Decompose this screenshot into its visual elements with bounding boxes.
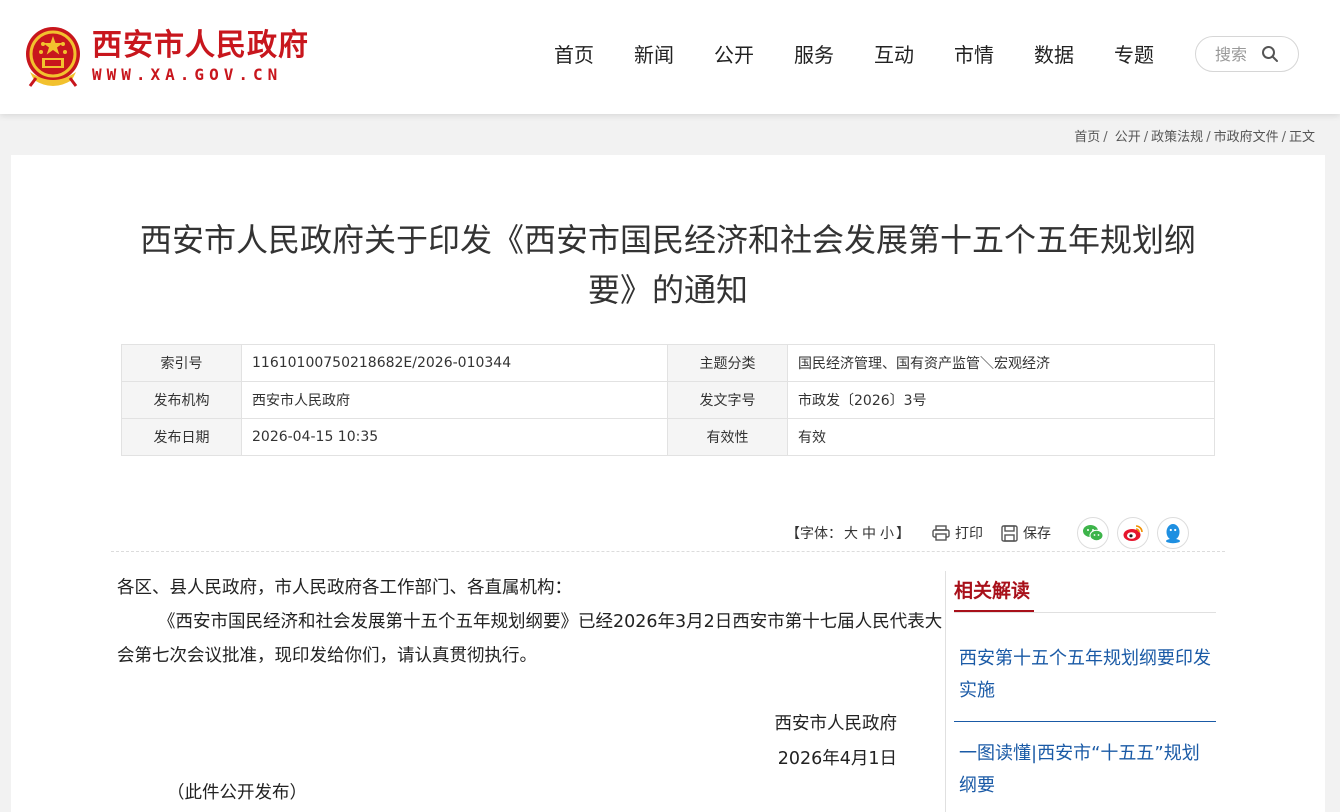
print-label: 打印 [955,526,983,542]
save-button[interactable]: 保存 [1001,523,1051,543]
breadcrumb-separator: / [1143,130,1149,145]
salutation: 各区、县人民政府，市人民政府各工作部门、各直属机构： [117,578,572,598]
nav-city[interactable]: 市情 [934,38,1014,72]
issue-date: 2026年4月1日 [777,749,897,769]
info-label: 索引号 [121,344,242,382]
breadcrumb: 首页 / 公开 / 政策法规 / 市政府文件 / 正文 [1074,126,1315,145]
printer-icon [932,525,950,541]
info-label: 发布日期 [121,418,242,456]
related-link[interactable]: 西安第十五个五年规划纲要印发实施 [954,613,1216,722]
nav-interact[interactable]: 互动 [854,38,934,72]
main-nav: 首页 新闻 公开 服务 互动 市情 数据 专题 [534,38,1174,72]
site-logo[interactable]: 西安市人民政府 WWW.XA.GOV.CN [22,22,309,90]
share-wechat-button[interactable] [1077,517,1109,549]
document-info-table: 索引号 11610100750218682E/2026-010344 主题分类 … [121,344,1215,456]
font-medium-button[interactable]: 中 [862,526,876,542]
font-label-close: 】 [896,526,910,542]
breadcrumb-city-docs[interactable]: 市政府文件 [1214,130,1279,145]
font-label-open: 【字体： [786,526,842,542]
info-value: 国民经济管理、国有资产监管＼宏观经济 [787,344,1215,382]
nav-data[interactable]: 数据 [1014,38,1094,72]
page-title: 西安市人民政府关于印发《西安市国民经济和社会发展第十五个五年规划纲要》的通知 [139,221,1196,309]
site-header: 西安市人民政府 WWW.XA.GOV.CN 首页 新闻 公开 服务 互动 市情 … [0,0,1340,114]
site-name: 西安市人民政府 [92,28,309,63]
info-value: 西安市人民政府 [241,381,668,419]
nav-home[interactable]: 首页 [534,38,614,72]
article-body: 各区、县人民政府，市人民政府各工作部门、各直属机构： 《西安市国民经济和社会发展… [117,571,947,803]
nav-news[interactable]: 新闻 [614,38,694,72]
related-title: 相关解读 [954,580,1031,602]
national-emblem-icon [26,27,80,87]
info-value: 市政发〔2026〕3号 [787,381,1215,419]
info-label: 发文字号 [667,381,788,419]
search-icon[interactable] [1261,45,1279,63]
breadcrumb-home[interactable]: 首页 [1074,130,1100,145]
font-large-button[interactable]: 大 [844,526,858,542]
related-link[interactable]: 一图读懂|西安市“十五五”规划纲要 [954,722,1216,812]
breadcrumb-separator: / [1281,130,1286,145]
nav-service[interactable]: 服务 [774,38,854,72]
nav-public[interactable]: 公开 [694,38,774,72]
qq-icon [1166,524,1180,544]
table-row: 发布机构 西安市人民政府 发文字号 市政发〔2026〕3号 [121,381,1215,419]
signer: 西安市人民政府 [774,714,898,734]
breadcrumb-policy[interactable]: 政策法规 [1151,130,1203,145]
share-weibo-button[interactable] [1117,517,1149,549]
table-row: 索引号 11610100750218682E/2026-010344 主题分类 … [121,344,1215,382]
nav-topics[interactable]: 专题 [1094,38,1174,72]
site-url: WWW.XA.GOV.CN [92,65,283,84]
save-icon [1001,524,1018,542]
info-value: 有效 [787,418,1215,456]
wechat-icon [1083,525,1104,542]
font-size-control: 【字体：大中小】 [786,523,910,543]
breadcrumb-separator: / [1206,130,1211,145]
info-label: 主题分类 [667,344,788,382]
breadcrumb-current: 正文 [1288,130,1315,145]
save-label: 保存 [1023,526,1051,542]
info-value: 11610100750218682E/2026-010344 [241,344,668,382]
weibo-icon [1123,525,1143,541]
font-small-button[interactable]: 小 [880,526,894,542]
search-box [1195,36,1299,72]
table-row: 发布日期 2026-04-15 10:35 有效性 有效 [121,418,1215,456]
related-title-underline [954,610,1216,613]
body-paragraph: 《西安市国民经济和社会发展第十五个五年规划纲要》已经2026年3月2日西安市第十… [117,612,943,666]
info-label: 有效性 [667,418,788,456]
breadcrumb-public[interactable]: 公开 [1115,130,1141,145]
print-button[interactable]: 打印 [932,523,983,543]
related-readings: 相关解读 西安第十五个五年规划纲要印发实施 一图读懂|西安市“十五五”规划纲要 [954,571,1216,812]
share-qq-button[interactable] [1157,517,1189,549]
article-panel: 西安市人民政府关于印发《西安市国民经济和社会发展第十五个五年规划纲要》的通知 索… [11,155,1325,812]
search-input[interactable] [1215,44,1255,64]
toolbar-divider [111,551,1225,552]
info-value: 2026-04-15 10:35 [241,418,668,456]
breadcrumb-separator: / [1103,130,1108,145]
article-toolbar: 【字体：大中小】 打印 保存 [786,517,1189,549]
info-label: 发布机构 [121,381,242,419]
sidebar-divider [945,571,946,812]
publication-note: （此件公开发布） [167,783,307,803]
